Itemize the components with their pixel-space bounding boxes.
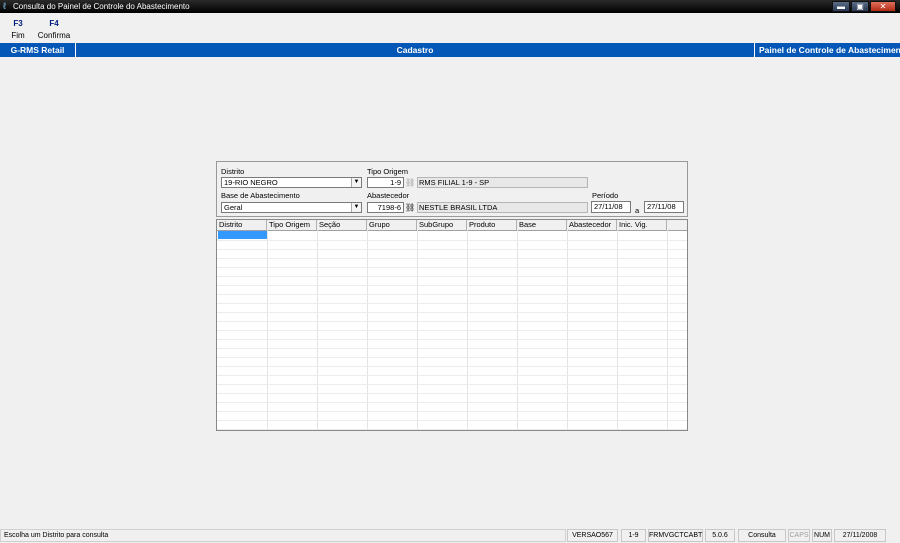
column-header[interactable]: Produto bbox=[467, 220, 517, 230]
tipo-origem-code-input[interactable]: 1-9 bbox=[367, 177, 404, 188]
window-controls: ▬ ▣ ✕ bbox=[832, 1, 896, 12]
minimize-button[interactable]: ▬ bbox=[832, 1, 850, 12]
grid-row-line bbox=[217, 366, 687, 367]
f4-key: F4 bbox=[49, 19, 59, 28]
nav-section: Cadastro bbox=[396, 45, 434, 55]
status-date: 27/11/2008 bbox=[834, 529, 886, 542]
grid-row-line bbox=[217, 294, 687, 295]
title-bar: ℓ Consulta do Painel de Controle do Abas… bbox=[0, 0, 900, 13]
grid-row-line bbox=[217, 285, 687, 286]
f3-fim-button[interactable]: F3 Fim bbox=[8, 19, 28, 40]
grid-row-line bbox=[217, 339, 687, 340]
column-header[interactable]: Abastecedor bbox=[567, 220, 617, 230]
grid-row-line bbox=[217, 240, 687, 241]
grid-row-line bbox=[217, 393, 687, 394]
status-version: VERSAO567 bbox=[567, 529, 618, 542]
status-form-id: FRMVGCTCABT bbox=[648, 529, 703, 542]
grid-row-line bbox=[217, 312, 687, 313]
grid-row-line bbox=[217, 429, 687, 430]
status-bar: Escolha um Distrito para consulta VERSAO… bbox=[0, 528, 900, 543]
periodo-from-input[interactable]: 27/11/08 bbox=[591, 201, 631, 213]
periodo-label: Período bbox=[592, 191, 619, 200]
grid-row-line bbox=[217, 267, 687, 268]
column-header[interactable]: Grupo bbox=[367, 220, 417, 230]
column-header[interactable]: Tipo Origem bbox=[267, 220, 317, 230]
grid-row-line bbox=[217, 303, 687, 304]
grid-row-line bbox=[217, 330, 687, 331]
grid-row-line bbox=[217, 384, 687, 385]
grid-row-line bbox=[217, 375, 687, 376]
status-filial: 1-9 bbox=[621, 529, 646, 542]
f3-label: Fim bbox=[11, 31, 25, 40]
nav-app-name: G-RMS Retail bbox=[10, 45, 65, 55]
grid-row-line bbox=[217, 402, 687, 403]
column-header[interactable]: SubGrupo bbox=[417, 220, 467, 230]
maximize-button[interactable]: ▣ bbox=[851, 1, 869, 12]
f4-confirma-button[interactable]: F4 Confirma bbox=[36, 19, 72, 40]
window-title: Consulta do Painel de Controle do Abaste… bbox=[13, 2, 190, 11]
grid-row-line bbox=[217, 258, 687, 259]
column-header[interactable]: Distrito bbox=[217, 220, 267, 230]
grid-row-line bbox=[217, 411, 687, 412]
distrito-label: Distrito bbox=[221, 167, 245, 176]
app-icon: ℓ bbox=[3, 1, 6, 11]
status-caps: CAPS bbox=[788, 529, 810, 542]
distrito-select[interactable]: 19-RIO NEGRO ▼ bbox=[221, 177, 362, 188]
distrito-value: 19-RIO NEGRO bbox=[224, 178, 278, 187]
binoculars-icon[interactable]: ⛓ bbox=[405, 177, 415, 188]
status-build: 5.0.6 bbox=[705, 529, 735, 542]
selected-cell[interactable] bbox=[218, 231, 267, 239]
column-header[interactable]: Inic. Vig. bbox=[617, 220, 667, 230]
module-bar: G-RMS Retail Cadastro Painel de Controle… bbox=[0, 43, 900, 57]
periodo-to-input[interactable]: 27/11/08 bbox=[644, 201, 684, 213]
f3-key: F3 bbox=[13, 19, 23, 28]
periodo-separator: a bbox=[635, 206, 640, 215]
base-label: Base de Abastecimento bbox=[221, 191, 300, 200]
status-message: Escolha um Distrito para consulta bbox=[0, 529, 566, 542]
grid-row-line bbox=[217, 249, 687, 250]
results-grid[interactable]: Distrito Tipo Origem Seção Grupo SubGrup… bbox=[216, 219, 688, 431]
close-button[interactable]: ✕ bbox=[870, 1, 896, 12]
base-value: Geral bbox=[224, 203, 243, 212]
grid-row-line bbox=[217, 276, 687, 277]
binoculars-icon[interactable]: ⛓ bbox=[405, 202, 415, 213]
nav-divider bbox=[754, 43, 755, 57]
grid-row-line bbox=[217, 321, 687, 322]
tipo-origem-label: Tipo Origem bbox=[367, 167, 408, 176]
abastecedor-label: Abastecedor bbox=[367, 191, 410, 200]
column-header[interactable]: Base bbox=[517, 220, 567, 230]
base-select[interactable]: Geral ▼ bbox=[221, 202, 362, 213]
filter-panel: Distrito 19-RIO NEGRO ▼ Tipo Origem 1-9 … bbox=[216, 161, 688, 217]
abastecedor-description: NESTLE BRASIL LTDA bbox=[417, 202, 588, 213]
chevron-down-icon[interactable]: ▼ bbox=[351, 178, 361, 187]
grid-row-line bbox=[217, 357, 687, 358]
grid-row-line bbox=[217, 348, 687, 349]
status-mode: Consulta bbox=[738, 529, 786, 542]
status-num: NUM bbox=[812, 529, 832, 542]
column-header[interactable]: Seção bbox=[317, 220, 367, 230]
f4-label: Confirma bbox=[37, 31, 71, 40]
chevron-down-icon[interactable]: ▼ bbox=[351, 203, 361, 212]
grid-row-line bbox=[217, 420, 687, 421]
nav-screen-name: Painel de Controle de Abastecimento bbox=[759, 45, 900, 55]
tipo-origem-description: RMS FILIAL 1-9 - SP bbox=[417, 177, 588, 188]
abastecedor-code-input[interactable]: 7198-6 bbox=[367, 202, 404, 213]
